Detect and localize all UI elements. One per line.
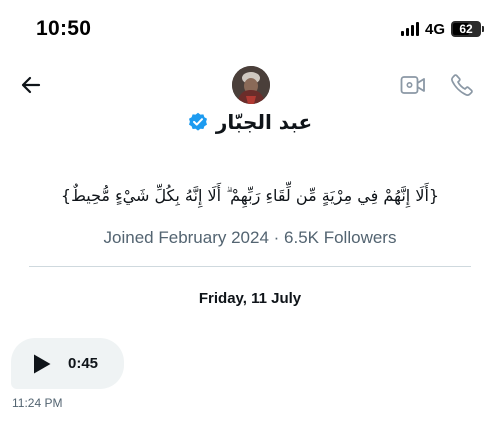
battery-cap xyxy=(482,26,484,32)
profile-bio: {أَلَا إِنَّهُمْ فِي مِرْيَةٍ مِّن لِّقَ… xyxy=(60,186,440,205)
profile-meta: Joined February 2024 · 6.5K Followers xyxy=(103,228,397,247)
voice-call-button[interactable] xyxy=(447,70,477,100)
profile-name-row: عبد الجبّار xyxy=(0,110,500,134)
signal-icon xyxy=(400,22,419,36)
status-indicators: 4G 62 xyxy=(400,19,484,39)
back-button[interactable] xyxy=(16,70,46,100)
video-camera-icon xyxy=(400,76,425,94)
verified-badge-icon xyxy=(188,112,208,132)
display-name: عبد الجبّار xyxy=(215,110,313,134)
battery-icon: 62 xyxy=(451,21,481,37)
divider xyxy=(29,266,471,267)
battery-percent: 62 xyxy=(459,22,473,36)
video-call-button[interactable] xyxy=(398,70,428,100)
avatar-image xyxy=(232,66,270,104)
voice-duration: 0:45 xyxy=(68,355,99,372)
play-icon xyxy=(34,354,51,373)
phone-icon xyxy=(451,74,473,96)
message-timestamp: 11:24 PM xyxy=(12,396,63,410)
arrow-left-icon xyxy=(21,76,41,94)
play-button[interactable] xyxy=(32,353,54,375)
network-label: 4G xyxy=(424,20,445,38)
status-time: 10:50 xyxy=(36,17,92,40)
date-separator: Friday, 11 July xyxy=(198,290,302,307)
voice-message-bubble[interactable]: 0:45 xyxy=(11,338,124,389)
avatar[interactable] xyxy=(232,66,270,104)
